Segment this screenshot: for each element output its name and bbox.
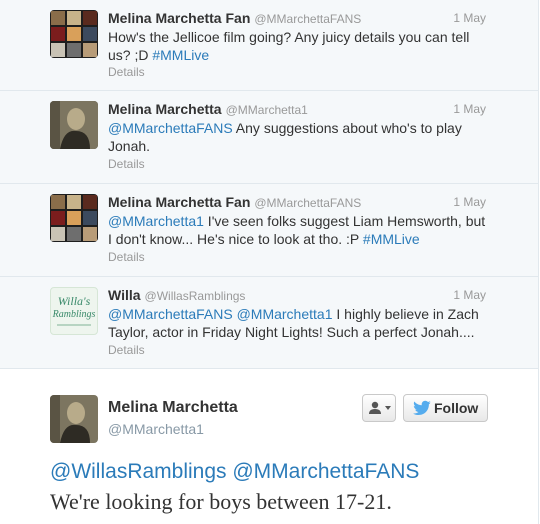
tweet-text: How's the Jellicoe film going? Any juicy… (108, 28, 488, 64)
follow-button[interactable]: Follow (403, 394, 488, 422)
details-link[interactable]: Details (108, 250, 145, 264)
user-name[interactable]: Melina Marchetta Fan (108, 10, 250, 26)
user-icon (369, 401, 391, 414)
user-handle[interactable]: @MMarchetta1 (108, 421, 204, 437)
tweet-item[interactable]: Willa's Ramblings Willa @WillasRamblings … (0, 277, 538, 369)
tweet-item[interactable]: Melina Marchetta Fan @MMarchettaFANS 1 Ma… (0, 0, 538, 91)
tweet-header: Melina Marchetta Fan @MMarchettaFANS 1 Ma… (108, 194, 486, 212)
avatar-text: Willa's (57, 294, 91, 308)
follow-label: Follow (434, 400, 479, 416)
avatar[interactable] (50, 10, 98, 58)
user-handle[interactable]: @MMarchettaFANS (254, 12, 361, 26)
tweet-item[interactable]: Melina Marchetta Fan @MMarchettaFANS 1 Ma… (0, 184, 538, 277)
mention-links[interactable]: @WillasRamblings @MMarchettaFANS (50, 457, 530, 487)
user-name[interactable]: Melina Marchetta (108, 101, 222, 117)
user-name[interactable]: Willa (108, 287, 141, 303)
conversation-thread: Melina Marchetta Fan @MMarchettaFANS 1 Ma… (0, 0, 539, 524)
avatar-text: Ramblings (52, 309, 96, 320)
user-name[interactable]: Melina Marchetta (108, 399, 238, 417)
tweet-text: @MMarchettaFANS Any suggestions about wh… (108, 119, 488, 155)
tweet-date[interactable]: 1 May (453, 11, 486, 25)
twitter-bird-icon (413, 400, 431, 416)
mention-link[interactable]: @MMarchettaFANS (108, 120, 233, 136)
tweet-header: Melina Marchetta @MMarchetta1 1 May (108, 101, 486, 119)
tweet-date[interactable]: 1 May (453, 195, 486, 209)
tweet-header: Willa @WillasRamblings 1 May (108, 287, 486, 305)
avatar-rule (57, 324, 91, 326)
user-handle[interactable]: @WillasRamblings (145, 289, 246, 303)
avatar[interactable] (50, 395, 98, 443)
tweet-date[interactable]: 1 May (453, 102, 486, 116)
tweet-text: @MMarchettaFANS @MMarchetta1 I highly be… (108, 305, 488, 341)
tweet-header: Melina Marchetta Fan @MMarchettaFANS 1 Ma… (108, 10, 486, 28)
mention-link[interactable]: @MMarchettaFANS @MMarchetta1 (108, 306, 333, 322)
hashtag-link[interactable]: #MMLive (152, 47, 209, 63)
tweet-text: @WillasRamblings @MMarchettaFANS We're l… (50, 457, 530, 517)
user-handle[interactable]: @MMarchetta1 (226, 103, 308, 117)
expanded-tweet: Melina Marchetta @MMarchetta1 Follow @Wi… (0, 369, 538, 524)
avatar[interactable]: Willa's Ramblings (50, 287, 98, 335)
tweet-text-body: We're looking for boys between 17-21. (50, 489, 392, 514)
mention-link[interactable]: @MMarchetta1 (108, 213, 204, 229)
user-name[interactable]: Melina Marchetta Fan (108, 194, 250, 210)
details-link[interactable]: Details (108, 157, 145, 171)
tweet-item[interactable]: Melina Marchetta @MMarchetta1 1 May @MMar… (0, 91, 538, 184)
avatar[interactable] (50, 194, 98, 242)
avatar[interactable] (50, 101, 98, 149)
user-actions-button[interactable] (362, 394, 396, 422)
details-link[interactable]: Details (108, 343, 145, 357)
details-link[interactable]: Details (108, 65, 145, 79)
tweet-text: @MMarchetta1 I've seen folks suggest Lia… (108, 212, 488, 248)
user-handle[interactable]: @MMarchettaFANS (254, 196, 361, 210)
tweet-date[interactable]: 1 May (453, 288, 486, 302)
hashtag-link[interactable]: #MMLive (363, 231, 420, 247)
